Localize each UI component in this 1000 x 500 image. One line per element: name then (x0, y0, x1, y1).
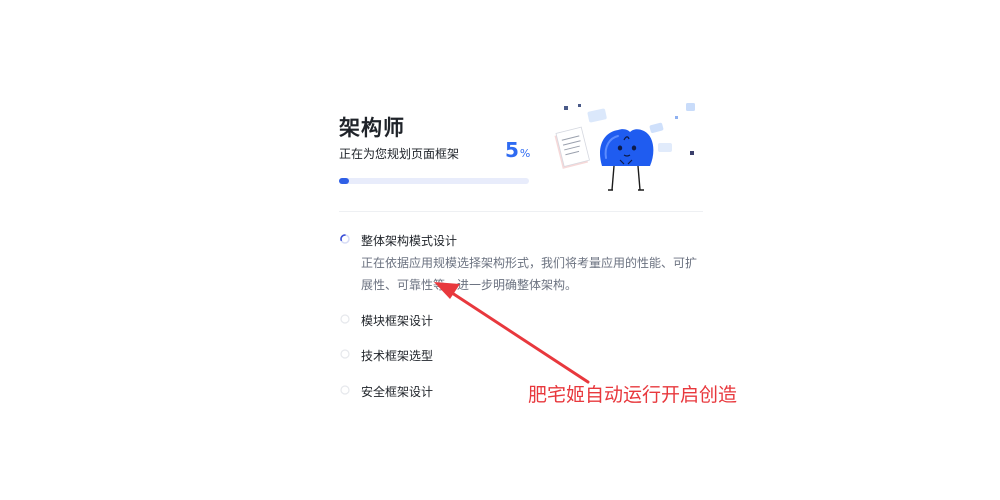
annotation-arrow (434, 282, 590, 384)
annotation-text: 肥宅姬自动运行开启创造 (528, 384, 738, 406)
